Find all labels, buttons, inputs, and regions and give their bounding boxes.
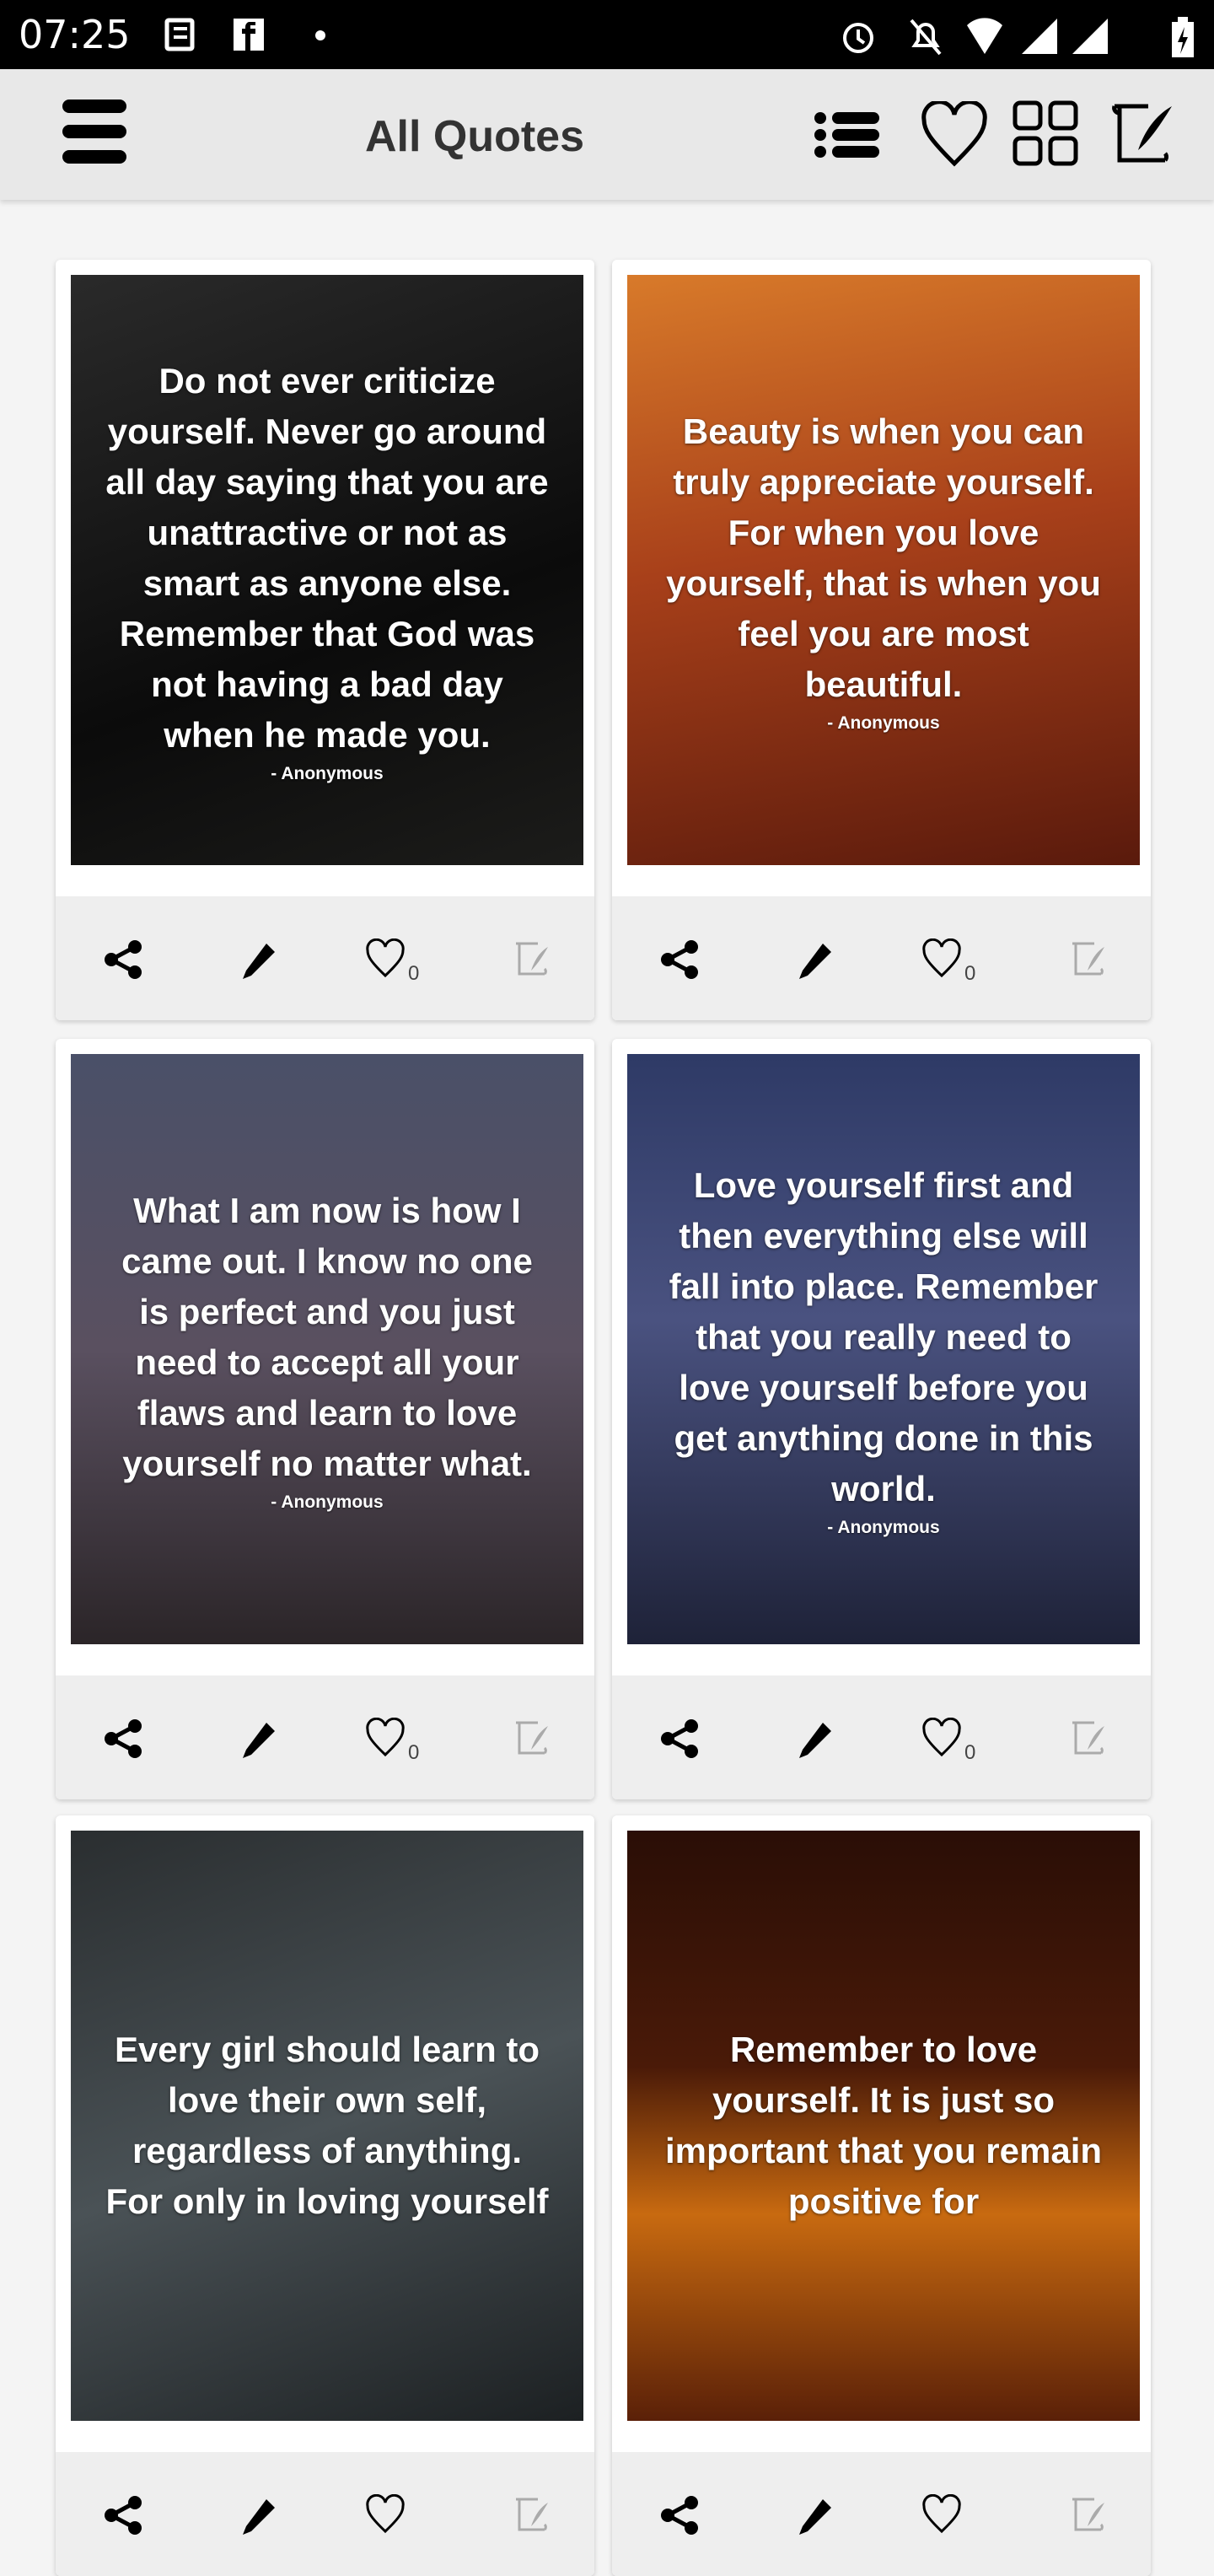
list-icon[interactable] [814,110,881,160]
dot-icon [315,30,325,40]
share-icon[interactable] [659,938,701,981]
like-heart-icon[interactable] [921,1718,963,1760]
scroll-quill-icon[interactable] [1106,99,1177,170]
edit-pencil-icon[interactable] [796,938,838,981]
facebook-icon [234,19,264,51]
wifi-icon [967,18,1002,54]
quote-card[interactable]: Do not ever criticize yourself. Never go… [56,260,594,1020]
quote-text: Every girl should learn to love their ow… [105,2030,549,2221]
like-heart-icon[interactable] [921,938,963,981]
like-count: 0 [964,962,976,985]
heart-icon[interactable] [921,101,988,169]
edit-pencil-icon[interactable] [239,938,282,981]
like-count: 0 [408,962,420,985]
status-time: 07:25 [19,12,131,57]
quote-card[interactable]: Love yourself first and then everything … [612,1039,1151,1799]
app-toolbar: All Quotes [0,69,1214,200]
card-actions: 0 [612,896,1151,1020]
quote-author: - Anonymous [827,713,940,733]
news-icon [164,18,195,51]
edit-pencil-icon[interactable] [796,2494,838,2536]
quote-text: Remember to love yourself. It is just so… [664,2030,1103,2221]
quote-text: What I am now is how I came out. I know … [121,1191,533,1483]
quote-text: Do not ever criticize yourself. Never go… [105,361,549,755]
quote-image[interactable]: Beauty is when you can truly appreciate … [627,275,1140,865]
quote-text: Love yourself first and then everything … [669,1165,1099,1508]
quote-author: - Anonymous [271,1492,384,1512]
quote-image[interactable]: Love yourself first and then everything … [627,1054,1140,1644]
share-icon[interactable] [103,2494,145,2536]
like-heart-icon[interactable] [364,1718,406,1760]
card-actions: 0 [56,1675,594,1799]
quote-card[interactable]: Beauty is when you can truly appreciate … [612,260,1151,1020]
edit-pencil-icon[interactable] [239,2494,282,2536]
quote-image[interactable]: Every girl should learn to love their ow… [71,1831,583,2421]
quote-card[interactable]: Every girl should learn to love their ow… [56,1815,594,2576]
like-count: 0 [964,1741,976,1764]
scroll-quill-icon[interactable] [511,1718,553,1760]
quote-card[interactable]: Remember to love yourself. It is just so… [612,1815,1151,2576]
grid-icon[interactable] [1012,99,1079,167]
notifications-off-icon [910,19,942,56]
card-actions: 0 [612,1675,1151,1799]
like-heart-icon[interactable] [364,938,406,981]
scroll-quill-icon[interactable] [1067,938,1109,981]
signal-icon [1072,19,1108,54]
quote-text: Beauty is when you can truly appreciate … [666,411,1101,704]
card-actions [612,2452,1151,2576]
signal-icon [1022,19,1057,54]
alarm-icon [843,23,873,53]
page-title: All Quotes [365,112,585,161]
scroll-quill-icon[interactable] [511,2494,553,2536]
quote-author: - Anonymous [271,764,384,783]
status-bar: 07:25 [0,0,1214,69]
edit-pencil-icon[interactable] [796,1718,838,1760]
like-count: 0 [408,1741,420,1764]
like-heart-icon[interactable] [364,2494,406,2536]
scroll-quill-icon[interactable] [511,938,553,981]
quote-image[interactable]: Remember to love yourself. It is just so… [627,1831,1140,2421]
share-icon[interactable] [659,1718,701,1760]
share-icon[interactable] [103,1718,145,1760]
quote-image[interactable]: Do not ever criticize yourself. Never go… [71,275,583,865]
quote-author: - Anonymous [827,1518,940,1537]
scroll-quill-icon[interactable] [1067,2494,1109,2536]
share-icon[interactable] [659,2494,701,2536]
quote-card[interactable]: What I am now is how I came out. I know … [56,1039,594,1799]
edit-pencil-icon[interactable] [239,1718,282,1760]
battery-charging-icon [1172,17,1194,57]
like-heart-icon[interactable] [921,2494,963,2536]
card-actions: 0 [56,896,594,1020]
scroll-quill-icon[interactable] [1067,1718,1109,1760]
card-actions [56,2452,594,2576]
menu-icon[interactable] [61,98,128,165]
quote-image[interactable]: What I am now is how I came out. I know … [71,1054,583,1644]
share-icon[interactable] [103,938,145,981]
